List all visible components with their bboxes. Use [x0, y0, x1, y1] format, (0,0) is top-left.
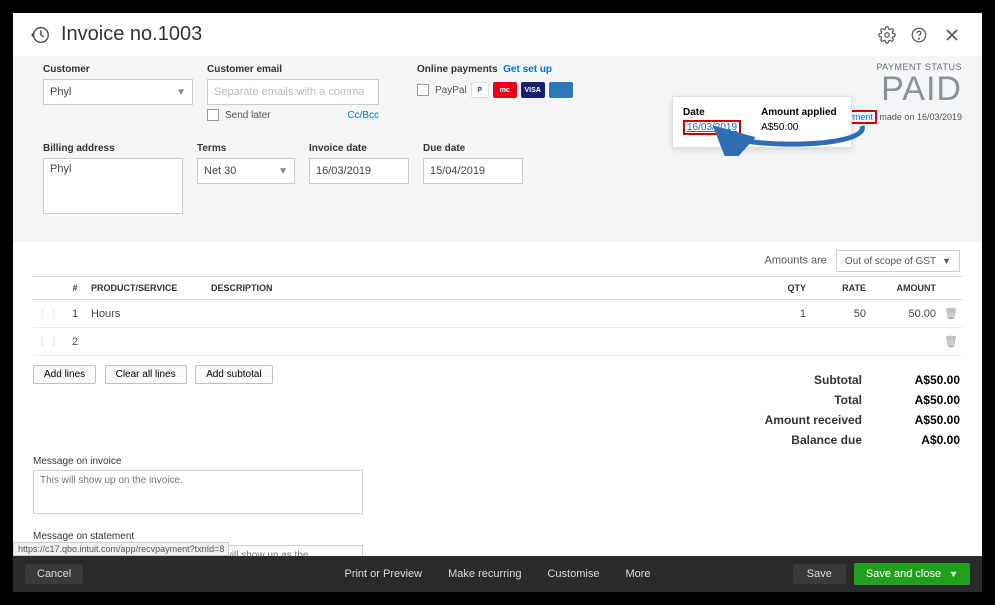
mastercard-icon: mc	[493, 82, 517, 98]
terms-select[interactable]: Net 30▼	[197, 158, 295, 184]
line-items-table: # PRODUCT/SERVICE DESCRIPTION QTY RATE A…	[33, 276, 962, 356]
col-product: PRODUCT/SERVICE	[87, 277, 207, 300]
invoice-date-input[interactable]	[309, 158, 409, 184]
customer-label: Customer	[43, 64, 193, 75]
save-button[interactable]: Save	[793, 564, 846, 584]
chevron-down-icon: ▼	[278, 166, 288, 177]
chevron-down-icon: ▼	[942, 256, 951, 266]
due-date-label: Due date	[423, 143, 523, 154]
col-rate: RATE	[810, 277, 870, 300]
more-link[interactable]: More	[625, 568, 650, 580]
send-later-label: Send later	[225, 110, 271, 121]
popover-amount-header: Amount applied	[761, 107, 837, 118]
col-qty: QTY	[760, 277, 810, 300]
customer-email-label: Customer email	[207, 64, 379, 75]
add-lines-button[interactable]: Add lines	[33, 365, 96, 384]
totals-block: SubtotalA$50.00 TotalA$50.00 Amount rece…	[752, 370, 960, 450]
amounts-are-select[interactable]: Out of scope of GST▼	[836, 250, 960, 272]
billing-address-label: Billing address	[43, 143, 183, 154]
online-payments-label: Online payments Get set up	[417, 64, 573, 75]
message-invoice-input[interactable]	[33, 470, 363, 514]
print-preview-link[interactable]: Print or Preview	[344, 568, 422, 580]
chevron-down-icon[interactable]: ▼	[949, 569, 958, 579]
message-invoice-label: Message on invoice	[33, 456, 962, 467]
help-icon[interactable]	[910, 26, 928, 44]
add-subtotal-button[interactable]: Add subtotal	[195, 365, 273, 384]
page-title: Invoice no.1003	[61, 23, 878, 46]
gear-icon[interactable]	[878, 26, 896, 44]
due-date-input[interactable]	[423, 158, 523, 184]
col-num: #	[63, 277, 87, 300]
message-statement-label: Message on statement	[33, 531, 962, 542]
customer-select[interactable]: Phyl▼	[43, 79, 193, 105]
popover-date-header: Date	[683, 107, 741, 118]
get-set-up-link[interactable]: Get set up	[503, 64, 552, 75]
browser-status-bar: https://c17.qbo.intuit.com/app/recvpayme…	[13, 542, 229, 556]
clear-all-lines-button[interactable]: Clear all lines	[105, 365, 187, 384]
delete-row-icon[interactable]: 🗑	[940, 300, 962, 328]
amounts-are-label: Amounts are	[764, 255, 826, 267]
col-amount: AMOUNT	[870, 277, 940, 300]
amex-icon	[549, 82, 573, 98]
save-and-close-button[interactable]: Save and close ▼	[854, 563, 970, 585]
ccbcc-link[interactable]: Cc/Bcc	[347, 110, 379, 121]
history-icon[interactable]	[29, 24, 51, 46]
make-recurring-link[interactable]: Make recurring	[448, 568, 521, 580]
invoice-date-label: Invoice date	[309, 143, 409, 154]
paypal-checkbox[interactable]	[417, 84, 429, 96]
close-icon[interactable]	[942, 25, 962, 45]
customer-email-input[interactable]	[207, 79, 379, 105]
chevron-down-icon: ▼	[176, 87, 186, 98]
grip-icon[interactable]: ⋮⋮	[33, 328, 63, 356]
annotation-arrow	[690, 120, 890, 156]
table-row[interactable]: ⋮⋮ 2 🗑	[33, 328, 962, 356]
grip-icon[interactable]: ⋮⋮	[33, 300, 63, 328]
customise-link[interactable]: Customise	[547, 568, 599, 580]
visa-icon: VISA	[521, 82, 545, 98]
paypal-icon: P	[471, 82, 489, 98]
delete-row-icon[interactable]: 🗑	[940, 328, 962, 356]
col-desc: DESCRIPTION	[207, 277, 760, 300]
table-row[interactable]: ⋮⋮ 1 Hours 1 50 50.00 🗑	[33, 300, 962, 328]
paypal-label: PayPal	[435, 85, 467, 96]
send-later-checkbox[interactable]	[207, 109, 219, 121]
billing-address-input[interactable]: Phyl	[43, 158, 183, 214]
cancel-button[interactable]: Cancel	[25, 564, 83, 584]
terms-label: Terms	[197, 143, 295, 154]
